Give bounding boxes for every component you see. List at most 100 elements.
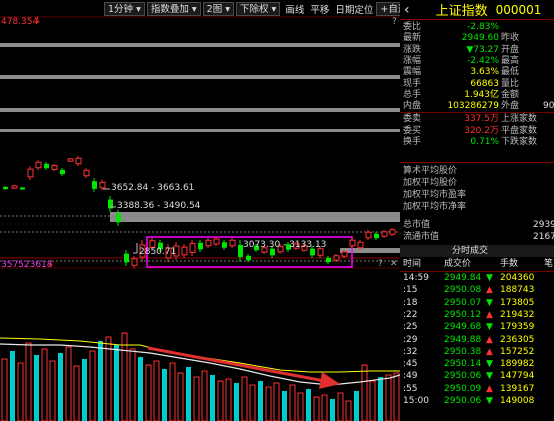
trade-time: :55 xyxy=(403,383,418,394)
trade-price: 2950.12 xyxy=(444,309,482,320)
volume-bar xyxy=(10,351,15,421)
volume-max-label: 357523618 xyxy=(1,260,53,270)
resistance-band xyxy=(0,43,400,47)
volume-bar xyxy=(49,360,56,421)
trade-arrow: ▲ xyxy=(486,346,493,357)
candle xyxy=(3,186,8,190)
quote-label: 涨跌 xyxy=(403,44,422,55)
candle xyxy=(124,253,129,263)
range-annotation: 3073.30 - 3133.13 xyxy=(243,240,327,250)
average-label: 加权平均市盈率 xyxy=(403,190,467,200)
average-row: 加权平均市盈率 xyxy=(400,189,554,201)
trade-row: :29 2949.88 ▲ 236305 xyxy=(400,334,554,346)
candle xyxy=(83,169,90,177)
quote-value: 103286279 xyxy=(447,101,499,112)
candle xyxy=(333,255,340,261)
average-row: 算术平均股价 xyxy=(400,165,554,177)
trade-volume: 147794 xyxy=(500,371,535,382)
draw-line-button[interactable]: 画线 xyxy=(285,2,304,16)
candle xyxy=(213,238,220,245)
trade-volume: 149008 xyxy=(500,396,535,406)
candle xyxy=(189,243,196,253)
volume-bar xyxy=(273,382,280,421)
trade-price: 2950.14 xyxy=(444,359,482,370)
volume-bar xyxy=(193,376,200,421)
trade-time: 14:59 xyxy=(403,273,429,283)
candle xyxy=(349,239,356,247)
quote-row: 委比 -2.83% xyxy=(400,21,554,33)
divider xyxy=(400,112,554,113)
volume-bar xyxy=(249,384,256,421)
period-dropdown[interactable]: 1分钟 ▾ xyxy=(104,1,145,16)
close-icon[interactable]: ✕ xyxy=(390,259,398,269)
quote-label: 委卖 xyxy=(403,114,422,125)
quote-row: 换手 0.71% 下跌家数 xyxy=(400,136,554,148)
trade-row: :15 2950.08 ▲ 188743 xyxy=(400,284,554,296)
chart-count-dropdown[interactable]: 2图 ▾ xyxy=(202,1,234,16)
volume-bar xyxy=(169,362,176,421)
index-overlay-label: 指数叠加 xyxy=(150,3,189,15)
trade-row: :55 2950.09 ▲ 139167 xyxy=(400,383,554,395)
volume-bar xyxy=(330,399,335,421)
volume-bar xyxy=(369,380,376,421)
candle xyxy=(374,233,379,239)
quote-label: 最低 xyxy=(501,67,520,78)
quote-row: 内盘 103286279 外盘 90 xyxy=(400,100,554,112)
range-annotation: 3652.84 - 3663.61 xyxy=(111,183,195,193)
volume-bar xyxy=(153,360,160,421)
trades-header: 时间 成交价 手数 笔 xyxy=(400,258,554,270)
average-row: 加权平均股价 xyxy=(400,177,554,189)
quote-value: 0.71% xyxy=(470,137,499,147)
quote-label: 昨收 xyxy=(501,33,520,44)
volume-bar xyxy=(321,394,328,421)
back-icon[interactable]: ‹ xyxy=(404,2,410,18)
quote-label: 换手 xyxy=(403,137,422,147)
quote-header: ‹ 上证指数 000001 xyxy=(400,0,554,20)
trade-time: :22 xyxy=(403,309,418,320)
quote-value: 320.2万 xyxy=(464,125,499,136)
help-icon[interactable]: ? xyxy=(392,17,397,27)
trade-time: :18 xyxy=(403,297,418,308)
trade-arrow: ▲ xyxy=(486,383,493,394)
resistance-band xyxy=(0,108,400,112)
trade-price: 2950.06 xyxy=(444,396,482,406)
trade-row: 14:59 2949.84 ▼ 204360 xyxy=(400,272,554,284)
volume-bar xyxy=(73,365,80,421)
quote-row: 最新 2949.60 昨收 xyxy=(400,32,554,44)
trade-time: :29 xyxy=(403,334,418,345)
quote-value: ▼73.27 xyxy=(466,44,499,55)
help-icon[interactable]: ? xyxy=(378,259,383,269)
rights-dropdown[interactable]: 下除权 ▾ xyxy=(236,1,281,16)
trade-row: :18 2950.07 ▼ 173805 xyxy=(400,297,554,309)
volume-bar xyxy=(265,386,272,421)
trade-arrow: ▲ xyxy=(486,309,493,320)
candle xyxy=(35,161,42,169)
date-locate-button[interactable]: 日期定位 xyxy=(335,2,373,16)
quote-value: -2.42% xyxy=(467,55,499,66)
quote-label: 委买 xyxy=(403,125,422,136)
volume-bar xyxy=(177,372,184,421)
quote-label: 最新 xyxy=(403,33,422,44)
column-header: 笔 xyxy=(544,259,554,269)
candle xyxy=(131,258,138,266)
quote-value: 66863 xyxy=(470,78,499,89)
trade-time: 15:00 xyxy=(403,396,429,406)
volume-bar xyxy=(25,342,32,421)
trade-price: 2950.38 xyxy=(444,346,482,357)
volume-bar xyxy=(282,391,287,421)
quote-row: 委买 320.2万 平盘家数 xyxy=(400,125,554,137)
trade-price: 2950.09 xyxy=(444,383,482,394)
index-overlay-dropdown[interactable]: 指数叠加 ▾ xyxy=(146,1,201,16)
volume-bar xyxy=(378,377,383,421)
trade-row: :49 2950.06 ▼ 147794 xyxy=(400,370,554,382)
pan-button[interactable]: 平移 xyxy=(310,2,329,16)
quote-label: 总手 xyxy=(403,89,422,100)
chart-area[interactable]: 1分钟 ▾ 指数叠加 ▾ 2图 ▾ 下除权 ▾ 画线 平移 日期定位 +自选 ▾… xyxy=(0,0,431,421)
quote-label: 下跌家数 xyxy=(501,137,538,147)
trades-title: 分时成交 xyxy=(400,245,554,257)
trade-time: :32 xyxy=(403,346,418,357)
trade-volume: 173805 xyxy=(500,297,535,308)
average-row: 加权平均市净率 xyxy=(400,201,554,213)
quote-label: 最高 xyxy=(501,55,520,66)
candle xyxy=(11,185,18,189)
